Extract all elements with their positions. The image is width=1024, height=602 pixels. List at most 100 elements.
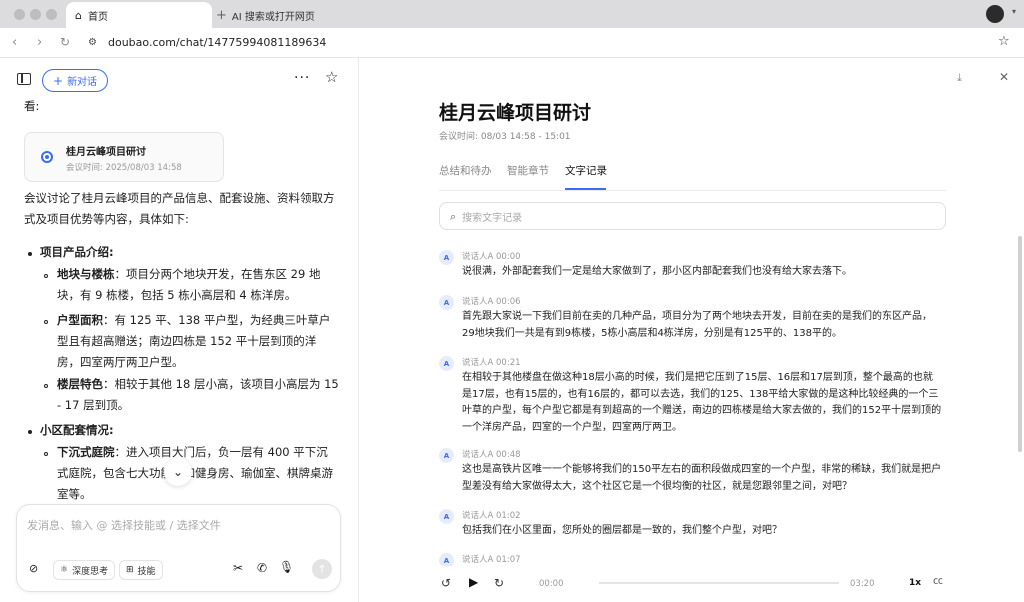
skills-button[interactable]: ⊞ 技能 (119, 560, 163, 580)
plus-icon: + (53, 73, 64, 88)
bullet (44, 384, 48, 388)
speaker-avatar: A (439, 448, 454, 463)
browser-tab-bar: ⌂ 首页 + AI 搜索或打开网页 ▾ (0, 0, 1024, 28)
minimize-window-button[interactable] (30, 9, 41, 20)
home-icon: ⌂ (75, 8, 82, 22)
site-settings-icon[interactable]: ⚙ (88, 37, 97, 48)
search-icon: ⌕ (450, 209, 457, 223)
radio-selected-icon (41, 151, 53, 163)
speaker-time: 说话人A 00:06 (462, 297, 521, 307)
meeting-card-time: 会议时间: 2025/08/03 14:58 (66, 163, 182, 173)
meeting-title: 桂月云峰项目研讨 (439, 102, 592, 124)
tab-transcript[interactable]: 文字记录 (565, 163, 607, 178)
chat-panel: + 新对话 ··· ☆ 看: 桂月云峰项目研讨 会议时间: 2025/08/03… (0, 58, 358, 602)
list-item: 楼层特色：相较于其他 18 层小高，该项目小高层为 15 - 17 层到顶。 (57, 374, 339, 416)
more-icon[interactable]: ··· (294, 71, 310, 85)
list-item: 下沉式庭院：进入项目大门后，负一层有 400 平下沉式庭院，包含七大功能，如健身… (57, 442, 339, 505)
skills-label: 技能 (137, 566, 156, 577)
list-item: 户型面积：有 125 平、138 平户型，为经典三叶草户型且有超高赠送；南边四栋… (57, 310, 339, 373)
speaker-avatar: A (439, 356, 454, 371)
profile-avatar[interactable] (986, 5, 1004, 23)
item-label: 楼层特色 (57, 377, 103, 391)
new-tab-button[interactable]: + AI 搜索或打开网页 (216, 2, 315, 28)
segment-text[interactable]: 说很满，外部配套我们一定是给大家做到了，那小区内部配套我们也没有给大家去落下。 (462, 264, 942, 281)
phone-icon[interactable]: ✆ (257, 562, 267, 574)
chevron-down-icon: ⌄ (172, 465, 184, 479)
rewind-icon[interactable]: ↺ (441, 577, 451, 589)
grid-icon: ⊞ (126, 564, 134, 575)
plus-icon: + (216, 7, 227, 23)
bullet (44, 452, 48, 456)
new-tab-label: AI 搜索或打开网页 (231, 11, 315, 23)
playback-speed-button[interactable]: 1x (909, 578, 921, 588)
list-item: 地块与楼栋：项目分两个地块开发，在售东区 29 地块，有 9 栋楼，包括 5 栋… (57, 264, 339, 306)
speaker-time: 说话人A 01:07 (462, 555, 521, 565)
deep-think-button[interactable]: ⚛ 深度思考 (53, 560, 116, 580)
tab-summary[interactable]: 总结和待办 (439, 163, 492, 178)
transcript-scrollbar[interactable] (1018, 236, 1022, 452)
item-label: 地块与楼栋 (57, 267, 115, 281)
close-window-button[interactable] (14, 9, 25, 20)
meeting-card-title: 桂月云峰项目研讨 (66, 147, 146, 158)
scroll-to-bottom-button[interactable]: ⌄ (164, 458, 192, 486)
attachment-icon[interactable]: ⊘ (29, 563, 38, 574)
speaker-time: 说话人A 00:00 (462, 252, 521, 262)
meeting-time: 会议时间: 08/03 14:58 - 15:01 (439, 132, 571, 142)
meeting-panel: ⤓ ✕ 桂月云峰项目研讨 会议时间: 08/03 14:58 - 15:01 总… (358, 58, 1024, 602)
bullet (44, 274, 48, 278)
new-chat-label: 新对话 (67, 77, 98, 88)
url-field[interactable]: doubao.com/chat/14775994081189634 (108, 36, 326, 49)
segment-text[interactable]: 在相较于其他楼盘在做这种18层小高的时候，我们是把它压到了15层、16层和17层… (462, 370, 942, 436)
bullet (44, 320, 48, 324)
back-icon[interactable]: ‹ (12, 35, 17, 50)
bullet (28, 430, 32, 434)
section-heading: 项目产品介绍: (40, 245, 114, 259)
tab-chapters[interactable]: 智能章节 (507, 163, 549, 178)
star-icon[interactable]: ☆ (325, 70, 338, 85)
message-intro: 看: (24, 99, 40, 113)
close-icon[interactable]: ✕ (999, 71, 1009, 83)
chevron-down-icon[interactable]: ▾ (1012, 8, 1016, 16)
send-button[interactable]: ↑ (312, 559, 332, 579)
deep-think-label: 深度思考 (72, 566, 109, 577)
sidebar-toggle-icon[interactable] (17, 73, 31, 85)
download-icon[interactable]: ⤓ (957, 72, 962, 83)
tab-home[interactable]: ⌂ 首页 (66, 2, 212, 28)
bookmark-star-icon[interactable]: ☆ (998, 34, 1010, 49)
search-placeholder: 搜索文字记录 (462, 212, 523, 224)
atom-icon: ⚛ (60, 564, 69, 575)
section-heading: 小区配套情况: (40, 423, 114, 437)
zoom-window-button[interactable] (46, 9, 57, 20)
item-label: 下沉式庭院 (57, 445, 115, 459)
message-input[interactable]: 发消息、输入 @ 选择技能或 / 选择文件 (27, 517, 221, 533)
forward-icon[interactable]: ↻ (494, 577, 504, 589)
message-composer: 发消息、输入 @ 选择技能或 / 选择文件 ⊘ ⚛ 深度思考 ⊞ 技能 ✂ ✆ … (16, 504, 341, 592)
summary-paragraph: 会议讨论了桂月云峰项目的产品信息、配套设施、资料领取方式及项目优势等内容，具体如… (24, 191, 335, 226)
new-chat-button[interactable]: + 新对话 (42, 69, 109, 92)
play-icon[interactable]: ▶ (469, 576, 478, 588)
playback-progress-track[interactable] (599, 582, 839, 584)
segment-text[interactable]: 这也是高铁片区唯一一个能够将我们的150平左右的面积段做成四室的一个户型，非常的… (462, 462, 942, 495)
forward-icon[interactable]: › (37, 35, 42, 50)
meeting-card[interactable]: 桂月云峰项目研讨 会议时间: 2025/08/03 14:58 (24, 132, 224, 182)
speaker-avatar: A (439, 509, 454, 524)
audio-player: ↺ ▶ ↻ 00:00 03:20 1x ㏄ (359, 566, 1024, 602)
arrow-up-icon: ↑ (317, 562, 327, 576)
segment-text[interactable]: 首先跟大家说一下我们目前在卖的几种产品，项目分为了两个地块去开发，目前在卖的是我… (462, 309, 942, 342)
total-time: 03:20 (850, 579, 875, 589)
current-time: 00:00 (539, 579, 564, 589)
transcript-search-input[interactable]: ⌕ 搜索文字记录 (439, 202, 946, 230)
speaker-avatar: A (439, 295, 454, 310)
speaker-time: 说话人A 00:48 (462, 450, 521, 460)
speaker-time: 说话人A 01:02 (462, 511, 521, 521)
speaker-time: 说话人A 00:21 (462, 358, 521, 368)
item-label: 户型面积 (57, 313, 103, 327)
reload-icon[interactable]: ↻ (60, 35, 70, 49)
segment-text[interactable]: 包括我们在小区里面，您所处的圈层都是一致的，我们整个户型，对吧？ (462, 523, 942, 540)
scissors-icon[interactable]: ✂ (233, 562, 243, 574)
tab-divider (439, 190, 946, 191)
subtitle-icon[interactable]: ㏄ (933, 577, 943, 587)
tab-label: 首页 (87, 11, 108, 23)
speaker-avatar: A (439, 250, 454, 265)
microphone-icon[interactable]: 🎙 (279, 561, 294, 573)
